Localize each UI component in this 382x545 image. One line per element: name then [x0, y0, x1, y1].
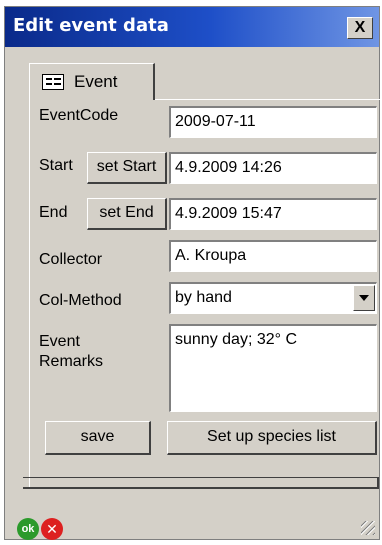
tab-event[interactable]: Event: [29, 63, 155, 100]
chevron-down-icon: [359, 295, 369, 301]
ok-icon[interactable]: ok: [17, 518, 39, 540]
start-label: Start: [39, 157, 73, 174]
close-icon: X: [354, 19, 366, 36]
event-code-label: EventCode: [39, 107, 119, 124]
event-remarks-textarea[interactable]: sunny day; 32° C: [169, 324, 377, 412]
end-datetime-field[interactable]: 4.9.2009 15:47: [169, 198, 377, 230]
resize-grip[interactable]: [361, 521, 375, 535]
event-code-field[interactable]: 2009-07-11: [169, 106, 377, 138]
title-bar[interactable]: Edit event data X: [5, 7, 379, 47]
remarks-label-line2: Remarks: [39, 353, 104, 370]
remarks-label-line1: Event: [39, 333, 80, 350]
cancel-icon[interactable]: ✕: [41, 518, 63, 540]
set-end-button[interactable]: set End: [87, 198, 167, 230]
separator-line: [23, 477, 379, 489]
start-datetime-field[interactable]: 4.9.2009 14:26: [169, 152, 377, 184]
window-title: Edit event data: [13, 15, 169, 36]
collector-label: Collector: [39, 251, 103, 268]
set-start-button[interactable]: set Start: [87, 152, 167, 184]
end-label: End: [39, 204, 68, 221]
col-method-value: by hand: [175, 289, 232, 306]
col-method-select[interactable]: by hand: [169, 282, 377, 314]
edit-event-dialog: Edit event data X Event EventCode 2009-0…: [4, 6, 381, 540]
save-button[interactable]: save: [45, 421, 151, 455]
tab-event-label: Event: [74, 72, 118, 91]
set-up-species-list-button[interactable]: Set up species list: [167, 421, 377, 455]
dropdown-arrow-button[interactable]: [353, 285, 375, 311]
form-icon: [42, 74, 64, 90]
collector-field[interactable]: A. Kroupa: [169, 240, 377, 272]
col-method-label: Col-Method: [39, 292, 122, 309]
close-button[interactable]: X: [347, 17, 373, 39]
